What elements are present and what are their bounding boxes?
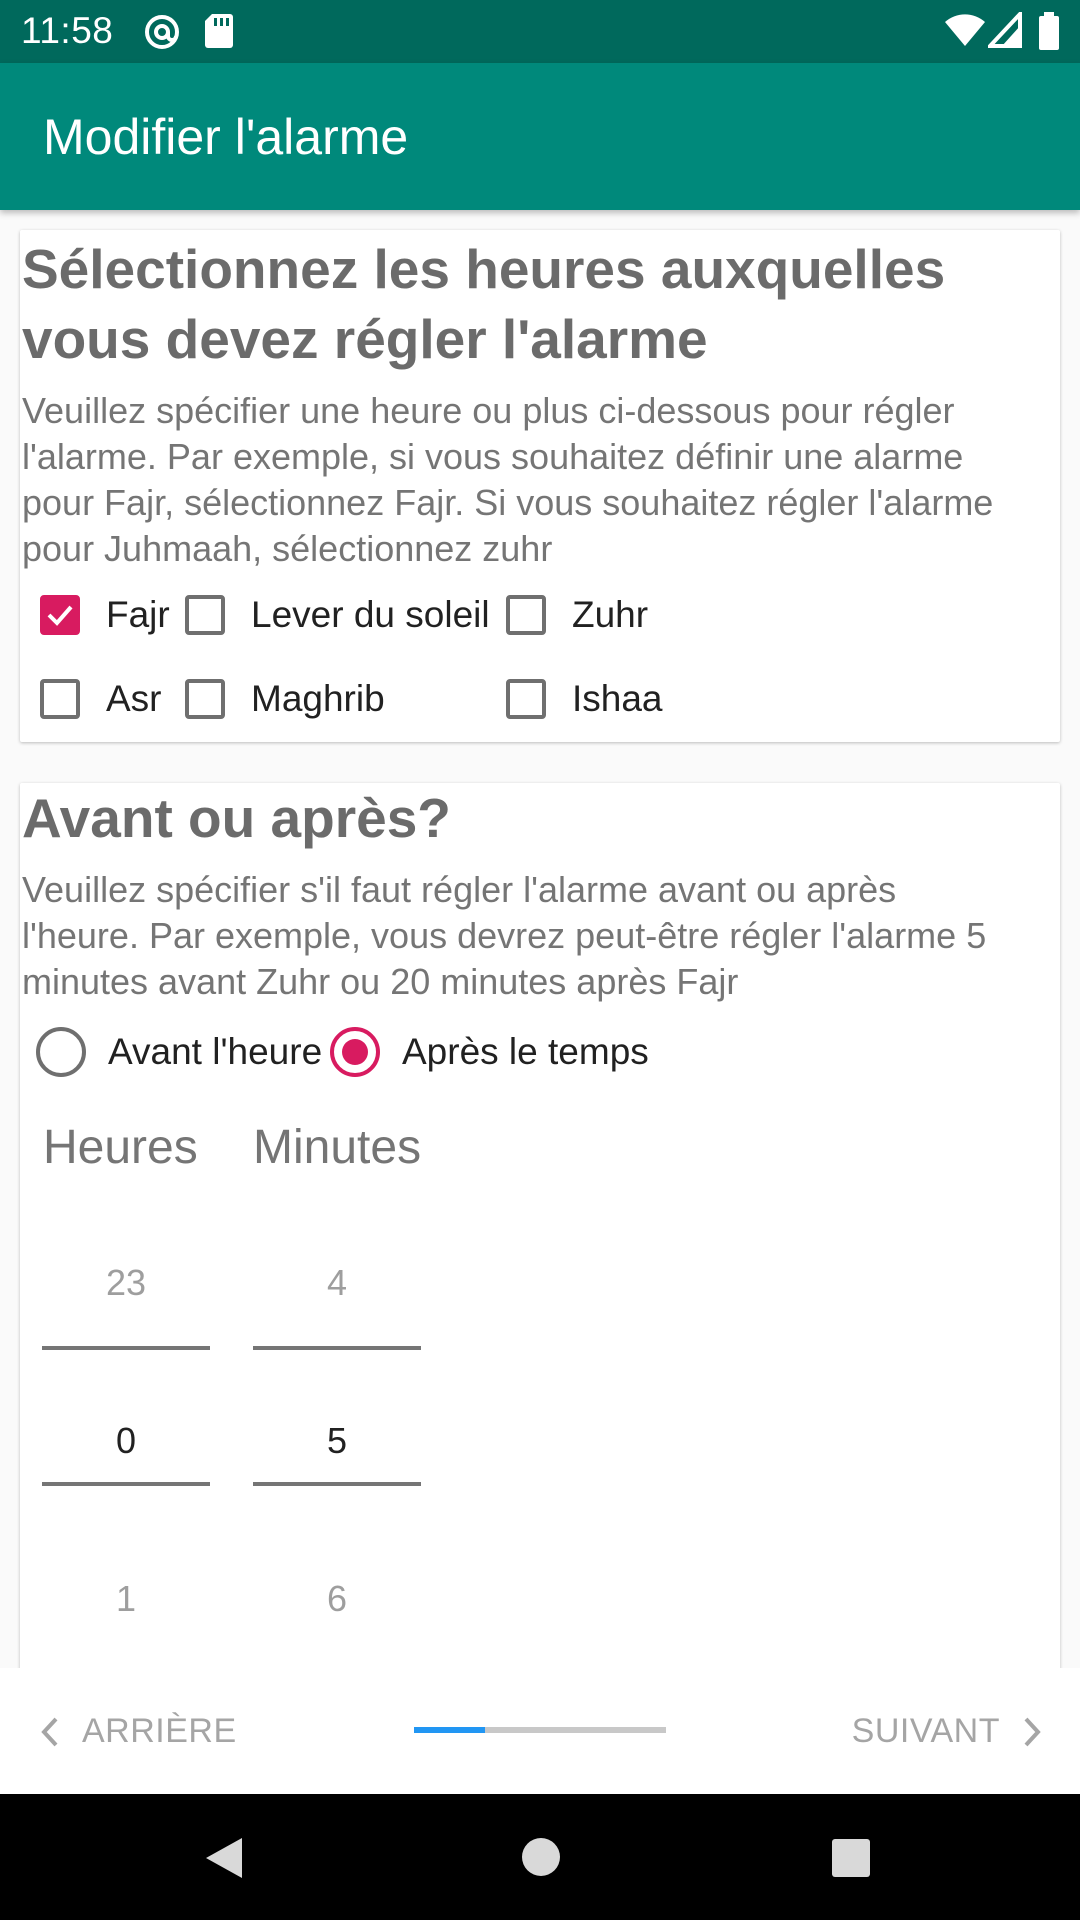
checkbox-fajr-box[interactable] <box>40 595 80 635</box>
radio-after-time-label: Après le temps <box>402 1031 649 1072</box>
checkbox-fajr-label: Fajr <box>106 594 170 635</box>
checkbox-fajr[interactable]: Fajr <box>40 594 170 636</box>
checkbox-sunrise-box[interactable] <box>185 595 225 635</box>
minutes-prev-value[interactable]: 4 <box>253 1262 421 1304</box>
hours-prev-value[interactable]: 23 <box>42 1262 210 1304</box>
minutes-divider-bottom <box>253 1482 421 1486</box>
prayer-selection-desc-line1: Veuillez spécifier une heure ou plus ci-… <box>22 390 955 431</box>
wifi-icon <box>944 12 986 53</box>
radio-selected-dot <box>342 1039 368 1065</box>
hours-divider-bottom <box>42 1482 210 1486</box>
checkbox-ishaa-box[interactable] <box>506 679 546 719</box>
chevron-right-icon <box>1024 1717 1041 1746</box>
at-sign-icon <box>142 12 182 57</box>
minutes-current-value[interactable]: 5 <box>253 1420 421 1462</box>
system-navigation-bar <box>0 1794 1080 1920</box>
bottom-navigation: ARRIÈRE SUIVANT <box>0 1668 1080 1794</box>
app-bar: Modifier l'alarme <box>0 63 1080 210</box>
timing-card: Avant ou après? Veuillez spécifier s'il … <box>20 783 1060 1668</box>
checkbox-sunrise-label: Lever du soleil <box>251 594 490 635</box>
prayer-selection-heading-line2: vous devez régler l'alarme <box>22 308 708 370</box>
prayer-selection-desc-line2: l'alarme. Par exemple, si vous souhaitez… <box>22 436 964 477</box>
next-button[interactable]: SUIVANT <box>852 1712 1044 1751</box>
checkbox-asr-label: Asr <box>106 678 162 719</box>
checkbox-maghrib-box[interactable] <box>185 679 225 719</box>
checkbox-maghrib-label: Maghrib <box>251 678 385 719</box>
checkbox-asr-box[interactable] <box>40 679 80 719</box>
checkbox-zuhr-box[interactable] <box>506 595 546 635</box>
timing-desc-line3: minutes avant Zuhr ou 20 minutes après F… <box>22 961 739 1002</box>
hours-label: Heures <box>43 1121 198 1174</box>
status-time: 11:58 <box>21 10 114 51</box>
radio-before-time-circle[interactable] <box>36 1027 86 1077</box>
prayer-selection-heading-line1: Sélectionnez les heures auxquelles <box>22 238 946 300</box>
main-content[interactable]: Sélectionnez les heures auxquelles vous … <box>0 210 1080 1668</box>
checkbox-zuhr-label: Zuhr <box>572 594 649 635</box>
checkbox-sunrise[interactable]: Lever du soleil <box>185 594 490 636</box>
minutes-label: Minutes <box>253 1121 422 1174</box>
home-circle-icon[interactable] <box>521 1837 561 1882</box>
checkbox-maghrib[interactable]: Maghrib <box>185 678 385 720</box>
progress-bar <box>414 1727 666 1733</box>
back-triangle-icon[interactable] <box>204 1836 244 1885</box>
radio-after-time-circle[interactable] <box>330 1027 380 1077</box>
next-button-label: SUIVANT <box>851 1712 1000 1750</box>
signal-icon <box>985 8 1022 53</box>
checkbox-ishaa-label: Ishaa <box>572 678 663 719</box>
sd-card-icon <box>204 12 234 55</box>
back-button-label: ARRIÈRE <box>82 1712 237 1750</box>
timing-desc-line1: Veuillez spécifier s'il faut régler l'al… <box>22 869 897 910</box>
recents-square-icon[interactable] <box>831 1838 871 1883</box>
back-button[interactable]: ARRIÈRE <box>38 1712 237 1751</box>
prayer-selection-desc-line3: pour Fajr, sélectionnez Fajr. Si vous so… <box>22 482 994 523</box>
timing-heading: Avant ou après? <box>22 787 451 849</box>
radio-before-time-label: Avant l'heure <box>108 1031 323 1072</box>
hours-current-value[interactable]: 0 <box>42 1420 210 1462</box>
hours-divider-top <box>42 1346 210 1350</box>
page-title: Modifier l'alarme <box>43 109 409 165</box>
minutes-divider-top <box>253 1346 421 1350</box>
checkbox-asr[interactable]: Asr <box>40 678 162 720</box>
checkbox-zuhr[interactable]: Zuhr <box>506 594 648 636</box>
hours-next-value[interactable]: 1 <box>42 1578 210 1620</box>
prayer-selection-desc-line4: pour Juhmaah, sélectionnez zuhr <box>22 528 553 569</box>
checkmark-icon <box>47 605 73 626</box>
status-bar: 11:58 <box>0 0 1080 63</box>
progress-bar-fill <box>414 1727 485 1733</box>
battery-icon <box>1038 12 1060 55</box>
timing-desc-line2: l'heure. Par exemple, vous devrez peut-ê… <box>22 915 987 956</box>
radio-before-time[interactable]: Avant l'heure <box>36 1027 322 1077</box>
checkbox-ishaa[interactable]: Ishaa <box>506 678 663 720</box>
prayer-selection-card: Sélectionnez les heures auxquelles vous … <box>20 230 1060 742</box>
radio-after-time[interactable]: Après le temps <box>330 1027 649 1077</box>
chevron-left-icon <box>41 1717 58 1746</box>
minutes-next-value[interactable]: 6 <box>253 1578 421 1620</box>
